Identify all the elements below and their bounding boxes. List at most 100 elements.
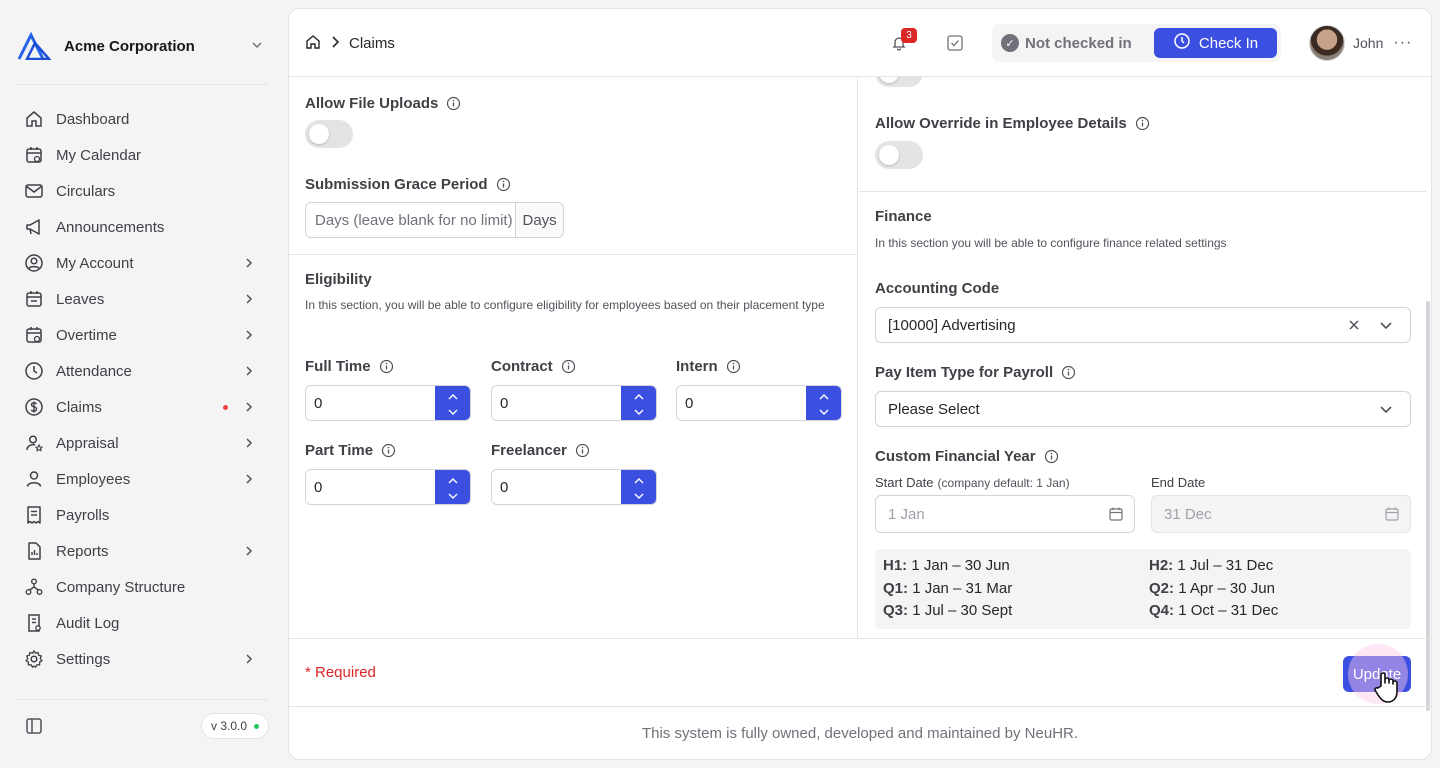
sidebar-item-claims[interactable]: Claims [16, 389, 268, 425]
megaphone-icon [24, 217, 44, 237]
divider [16, 699, 268, 700]
sidebar-item-settings[interactable]: Settings [16, 641, 268, 677]
increment-icon[interactable] [819, 387, 829, 403]
info-icon[interactable] [496, 177, 511, 192]
chevron-right-icon [242, 652, 256, 669]
increment-icon[interactable] [634, 387, 644, 403]
sidebar-item-payrolls[interactable]: Payrolls [16, 497, 268, 533]
full-time-input[interactable] [306, 386, 435, 420]
freelancer-stepper [491, 469, 657, 505]
sidebar-item-leaves[interactable]: Leaves [16, 281, 268, 317]
start-date-input[interactable]: 1 Jan [875, 495, 1135, 533]
part-time-input[interactable] [306, 470, 435, 504]
pay-item-value: Please Select [888, 400, 980, 418]
info-icon[interactable] [561, 359, 576, 374]
chevron-right-icon [242, 544, 256, 561]
user-name: John [1353, 35, 1384, 51]
period-q2: Q2: 1 Apr – 30 Jun [1149, 580, 1275, 597]
sidebar-item-my-account[interactable]: My Account [16, 245, 268, 281]
end-date-input: 31 Dec [1151, 495, 1411, 533]
chevron-right-icon [242, 256, 256, 273]
intern-input[interactable] [677, 386, 806, 420]
accounting-code-value: [10000] Advertising [888, 316, 1016, 334]
claims-settings-left: Allow File Uploads Submission Grace Peri… [289, 77, 858, 638]
collapse-sidebar-icon[interactable] [24, 716, 44, 736]
full-time-label-text: Full Time [305, 358, 371, 375]
end-date-label: End Date [1151, 475, 1206, 490]
sidebar-item-employees[interactable]: Employees [16, 461, 268, 497]
unread-dot [223, 405, 228, 410]
notifications-bell-icon[interactable]: 3 [891, 28, 917, 54]
user-menu[interactable]: John ··· [1309, 25, 1412, 61]
org-switcher[interactable]: Acme Corporation [16, 30, 268, 62]
sidebar-item-reports[interactable]: Reports [16, 533, 268, 569]
decrement-icon[interactable] [448, 487, 458, 503]
increment-icon[interactable] [634, 471, 644, 487]
pay-item-label: Pay Item Type for Payroll [875, 364, 1076, 381]
task-checkbox-icon[interactable] [946, 34, 964, 55]
clear-icon[interactable] [1346, 317, 1362, 337]
info-icon[interactable] [1044, 449, 1059, 464]
freelancer-label-text: Freelancer [491, 442, 567, 459]
period-q3: Q3: 1 Jul – 30 Sept [883, 602, 1013, 619]
decrement-icon[interactable] [819, 403, 829, 419]
info-icon[interactable] [379, 359, 394, 374]
period-h2: H2: 1 Jul – 31 Dec [1149, 557, 1274, 574]
sidebar-item-my-calendar[interactable]: My Calendar [16, 137, 268, 173]
info-icon[interactable] [446, 96, 461, 111]
stepper-buttons [621, 386, 656, 420]
online-dot [254, 723, 260, 729]
home-icon[interactable] [305, 34, 321, 53]
override-toggle[interactable] [875, 141, 923, 169]
part-time-label-text: Part Time [305, 442, 374, 459]
info-icon[interactable] [726, 359, 741, 374]
sidebar-item-appraisal[interactable]: Appraisal [16, 425, 268, 461]
update-button[interactable]: Update [1343, 644, 1411, 704]
accounting-code-select[interactable]: [10000] Advertising [875, 307, 1411, 343]
info-icon[interactable] [1061, 365, 1076, 380]
check-circle-icon: ✓ [1001, 34, 1019, 52]
info-icon[interactable] [381, 443, 396, 458]
eligibility-description: In this section, you will be able to con… [305, 298, 825, 312]
sidebar-item-circulars[interactable]: Circulars [16, 173, 268, 209]
info-icon[interactable] [575, 443, 590, 458]
info-icon[interactable] [1135, 116, 1150, 131]
pay-item-select[interactable]: Please Select [875, 391, 1411, 427]
sidebar-item-overtime[interactable]: Overtime [16, 317, 268, 353]
contract-input[interactable] [492, 386, 621, 420]
sidebar-item-company-structure[interactable]: Company Structure [16, 569, 268, 605]
sidebar-item-attendance[interactable]: Attendance [16, 353, 268, 389]
check-in-button[interactable]: Check In [1154, 28, 1277, 58]
calendar-icon[interactable] [1108, 506, 1124, 526]
grace-period-input[interactable] [306, 203, 516, 237]
full-time-label: Full Time [305, 358, 394, 375]
sidebar-item-label: Announcements [56, 218, 165, 236]
org-structure-icon [24, 577, 44, 597]
intern-label: Intern [676, 358, 741, 375]
file-uploads-toggle[interactable] [305, 120, 353, 148]
decrement-icon[interactable] [634, 487, 644, 503]
freelancer-input[interactable] [492, 470, 621, 504]
sidebar-item-label: Payrolls [56, 506, 110, 524]
sidebar-item-dashboard[interactable]: Dashboard [16, 101, 268, 137]
file-uploads-label: Allow File Uploads [305, 95, 461, 112]
sidebar-item-announcements[interactable]: Announcements [16, 209, 268, 245]
claims-settings-right: Allow Override in Employee Details Finan… [859, 59, 1426, 638]
chevron-right-icon [242, 400, 256, 417]
decrement-icon[interactable] [448, 403, 458, 419]
sidebar-item-audit-log[interactable]: Audit Log [16, 605, 268, 641]
period-q4: Q4: 1 Oct – 31 Dec [1149, 602, 1279, 619]
sidebar-item-label: Reports [56, 542, 109, 560]
sidebar-item-label: Claims [56, 398, 102, 416]
more-icon[interactable]: ··· [1393, 34, 1412, 52]
override-label: Allow Override in Employee Details [875, 115, 1150, 132]
contract-label-text: Contract [491, 358, 553, 375]
part-time-label: Part Time [305, 442, 396, 459]
sidebar-nav: Dashboard My Calendar Circulars Announcemen… [16, 101, 268, 677]
chevron-down-icon [250, 38, 264, 55]
increment-icon[interactable] [448, 387, 458, 403]
decrement-icon[interactable] [634, 403, 644, 419]
dollar-circle-icon [24, 397, 44, 417]
increment-icon[interactable] [448, 471, 458, 487]
gear-icon [24, 649, 44, 669]
